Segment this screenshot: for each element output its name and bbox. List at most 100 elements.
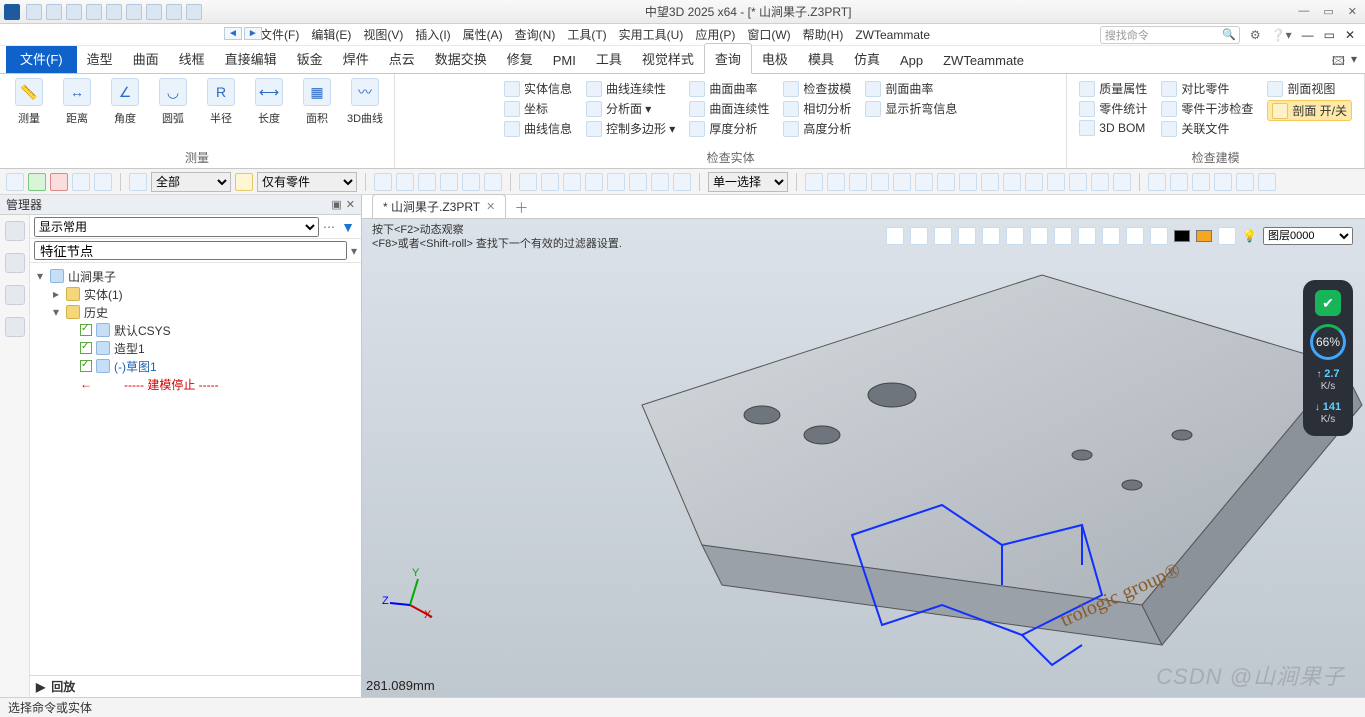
tree-shape[interactable]: 造型1 [114,340,145,357]
nav-fwd-icon[interactable]: ► [244,27,262,40]
btn-angle[interactable]: ∠角度 [104,78,146,147]
btn-surf-curvature[interactable]: 曲面曲率 [689,80,769,97]
tab-app[interactable]: App [890,48,933,73]
tw[interactable]: ▾ [34,269,46,283]
tree-csys[interactable]: 默认CSYS [114,322,171,339]
vt-5-icon[interactable] [982,227,1000,245]
tb-r1-icon[interactable] [805,173,823,191]
menu-util[interactable]: 实用工具(U) [619,26,684,43]
vt-10-icon[interactable] [1102,227,1120,245]
close-button[interactable]: ✕ [1344,5,1361,18]
tb-i5-icon[interactable] [462,173,480,191]
display-mode-select[interactable]: 显示常用 [34,217,319,237]
tb-e6-icon[interactable] [1258,173,1276,191]
tb-e1-icon[interactable] [1148,173,1166,191]
chk[interactable] [80,324,92,336]
tb-circle-icon[interactable] [94,173,112,191]
panel-close-icon[interactable]: ✕ [346,198,355,211]
display-more-icon[interactable]: ⋯ [323,220,335,234]
tab-surface[interactable]: 曲面 [123,44,169,73]
tb-pick-icon[interactable] [235,173,253,191]
tab-repair[interactable]: 修复 [497,44,543,73]
tb-e2-icon[interactable] [1170,173,1188,191]
tb-i7-icon[interactable] [519,173,537,191]
feature-dd-icon[interactable]: ▾ [351,244,357,258]
tree-solid[interactable]: 实体(1) [84,286,123,303]
tab-sim[interactable]: 仿真 [844,44,890,73]
menu-teammate[interactable]: ZWTeammate [855,28,930,42]
gear-icon[interactable]: ⚙ [1250,28,1261,42]
color-black-swatch[interactable] [1174,230,1190,242]
tab-sheetmetal[interactable]: 钣金 [287,44,333,73]
btn-tangent-analysis[interactable]: 相切分析 [783,100,851,117]
maximize-button[interactable]: ▭ [1319,5,1337,18]
tb-i9-icon[interactable] [563,173,581,191]
menu-view[interactable]: 视图(V) [363,26,403,43]
help-icon[interactable]: ❔▾ [1271,28,1292,42]
btn-interference[interactable]: 零件干涉检查 [1161,100,1253,117]
layer-select[interactable]: 图层0000 [1263,227,1353,245]
qat-paste-icon[interactable] [166,4,182,20]
tab-visual[interactable]: 视觉样式 [632,44,704,73]
btn-section-toggle[interactable]: 剖面 开/关 [1267,100,1352,121]
btn-coord[interactable]: 坐标 [504,100,572,117]
tw[interactable]: ▾ [50,305,62,319]
filter-category-select[interactable]: 全部 [151,172,231,192]
tab-tool[interactable]: 工具 [586,44,632,73]
tb-r4-icon[interactable] [871,173,889,191]
tb-i2-icon[interactable] [396,173,414,191]
btn-surf-continuity[interactable]: 曲面连续性 [689,100,769,117]
ribbon-more-icon[interactable]: ▾ [1351,52,1357,73]
close-tab-icon[interactable]: ✕ [486,200,495,213]
vt-6-icon[interactable] [1006,227,1024,245]
tb-r9-icon[interactable] [981,173,999,191]
tb-cursor-icon[interactable] [6,173,24,191]
menu-query[interactable]: 查询(N) [515,26,556,43]
color-orange-swatch[interactable] [1196,230,1212,242]
tb-r11-icon[interactable] [1025,173,1043,191]
btn-compare-parts[interactable]: 对比零件 [1161,80,1253,97]
btn-measure[interactable]: 📏测量 [8,78,50,147]
tb-i12-icon[interactable] [629,173,647,191]
tb-e4-icon[interactable] [1214,173,1232,191]
btn-area[interactable]: ▦面积 [296,78,338,147]
tab-file[interactable]: 文件(F) [6,44,77,73]
btn-check-draft[interactable]: 检查拔模 [783,80,851,97]
tree-sketch[interactable]: (-)草图1 [114,358,157,375]
tab-zwteammate[interactable]: ZWTeammate [933,48,1034,73]
btn-3dbom[interactable]: 3D BOM [1079,120,1147,136]
tb-e3-icon[interactable] [1192,173,1210,191]
qat-new-icon[interactable] [26,4,42,20]
qat-cut-icon[interactable] [186,4,202,20]
btn-part-stats[interactable]: 零件统计 [1079,100,1147,117]
tab-pointcloud[interactable]: 点云 [379,44,425,73]
tb-e5-icon[interactable] [1236,173,1254,191]
tb-r5-icon[interactable] [893,173,911,191]
qat-undo-icon[interactable] [106,4,122,20]
vt-11-icon[interactable] [1126,227,1144,245]
doc-tab-active[interactable]: * 山涧果子.Z3PRT ✕ [372,194,506,218]
tb-r13-icon[interactable] [1069,173,1087,191]
tb-i1-icon[interactable] [374,173,392,191]
tb-r15-icon[interactable] [1113,173,1131,191]
tb-chart-icon[interactable] [129,173,147,191]
tree-history[interactable]: 历史 [84,304,108,321]
inner-min-button[interactable]: — [1302,28,1314,42]
feature-node-field[interactable] [34,241,347,260]
btn-curve-info[interactable]: 曲线信息 [504,120,572,137]
tb-r10-icon[interactable] [1003,173,1021,191]
model-view[interactable] [522,245,1365,675]
add-tab-button[interactable]: ＋ [514,198,528,218]
panel-dock-icon[interactable]: ▣ [331,198,341,211]
menu-attr[interactable]: 属性(A) [463,26,503,43]
tb-i3-icon[interactable] [418,173,436,191]
tb-i11-icon[interactable] [607,173,625,191]
vt-12-icon[interactable] [1150,227,1168,245]
btn-arc[interactable]: ◡圆弧 [152,78,194,147]
vt-3-icon[interactable] [934,227,952,245]
tab-shape[interactable]: 造型 [77,44,123,73]
chk[interactable] [80,342,92,354]
tb-r3-icon[interactable] [849,173,867,191]
tb-r2-icon[interactable] [827,173,845,191]
tab-electrode[interactable]: 电极 [752,44,798,73]
